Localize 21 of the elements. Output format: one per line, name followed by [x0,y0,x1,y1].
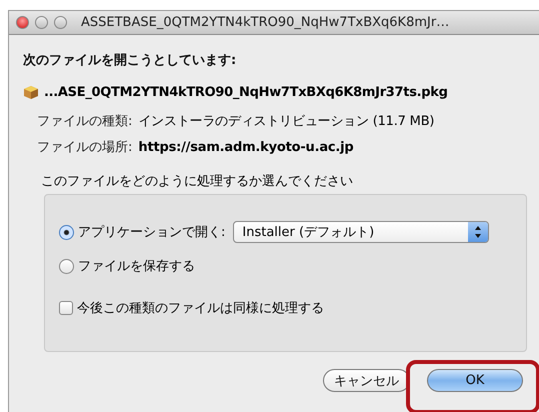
file-name: ...ASE_0QTM2YTN4kTRO90_NqHw7TxBXq6K8mJr37ts.pkg [44,84,448,100]
checkbox[interactable] [59,301,73,315]
zoom-icon[interactable] [54,16,67,29]
radio-button[interactable] [59,224,74,240]
package-icon [23,84,39,100]
option-label: 今後この種類のファイルは同様に処理する [77,300,324,317]
application-select[interactable]: Installer (デフォルト) [233,221,490,243]
close-icon[interactable] [16,16,29,29]
radio-button[interactable] [59,258,74,274]
window-title: ASSETBASE_0QTM2YTN4kTRO90_NqHw7TxBXq6K8mJr… [81,15,450,30]
option-label: ファイルを保存する [78,258,195,275]
group-label: このファイルをどのように処理するか選んでください [41,173,354,190]
option-label: アプリケーションで開く: [78,224,226,241]
detail-value: インストーラのディストリビューション (11.7 MB) [138,113,434,130]
detail-value: https://sam.adm.kyoto-u.ac.jp [138,140,354,154]
dialog-button[interactable]: OK [427,369,523,392]
stepper-icon [474,225,482,239]
detail-label: ファイルの場所: [37,139,132,156]
minimize-icon[interactable] [35,16,48,29]
dialog-heading: 次のファイルを開こうとしています: [23,52,238,69]
detail-label: ファイルの種類: [37,113,132,130]
